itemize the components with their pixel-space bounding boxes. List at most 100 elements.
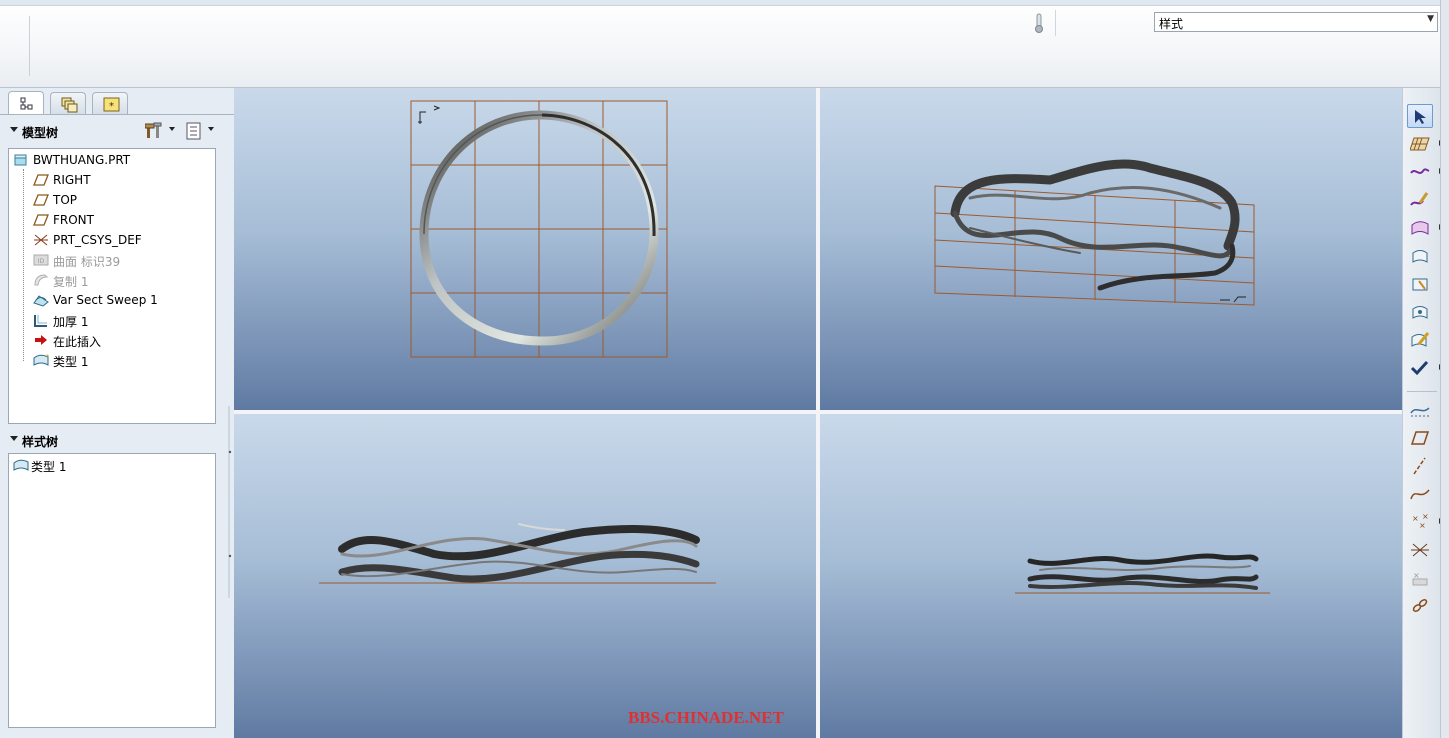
style-feature-icon [13,459,29,471]
surface-connect-button[interactable] [1407,244,1433,268]
tree-item-label: PRT_CSYS_DEF [53,233,142,247]
show-list-icon[interactable] [185,122,203,140]
collapse-triangle-icon[interactable] [10,436,18,441]
thicken-icon [34,315,47,327]
tree-item-right[interactable]: RIGHT [9,170,215,190]
viewport-top-right[interactable] [820,88,1402,410]
surface-button[interactable] [1407,216,1443,240]
navigator-panel: * 模型树 BWTHUANG.PRT RIGHT TOP FRONT PRT_C… [0,88,234,738]
wave-spring-side [1027,553,1259,590]
svg-text:*: * [109,101,114,112]
style-tree-title: 样式树 [22,435,59,449]
copy-icon [34,274,49,286]
external-link-button[interactable] [1407,594,1433,618]
datum-curve-button[interactable] [1407,482,1433,506]
datum-axis-icon [1413,457,1426,475]
csys-icon [1411,543,1429,557]
style-feature-icon: * [33,353,49,366]
tree-item-label: 类型 1 [31,460,67,474]
tabs-underline [0,114,234,115]
tree-item-insert-here[interactable]: 在此插入 [9,330,215,350]
tree-item-label: RIGHT [53,173,91,187]
viewport-horizontal-divider[interactable] [234,410,1402,414]
surface-trim-icon [1412,278,1428,291]
surface-icon: ID [33,254,49,266]
tree-item-part[interactable]: BWTHUANG.PRT [9,150,215,170]
style-dropdown[interactable]: 样式 ▼ [1154,12,1438,32]
tree-item-csys[interactable]: PRT_CSYS_DEF [9,230,215,250]
edit-curve-button[interactable] [1407,188,1433,212]
viewport-bottom-right[interactable] [820,414,1402,738]
tree-item-copy[interactable]: 复制 1 [9,270,215,290]
model-tree-tools [145,121,220,141]
tree-item-style-feature[interactable]: * 类型 1 [9,350,215,370]
surface-pencil-icon [1411,332,1430,347]
surface-trim-button[interactable] [1407,272,1433,296]
viewport-top-left[interactable] [234,88,816,410]
settings-tools-icon[interactable] [145,122,165,140]
panel-splitter[interactable] [226,406,234,506]
surface-icon [1411,221,1429,235]
svg-text:×: × [1412,514,1419,523]
datum-point-button[interactable]: × × × [1407,510,1443,534]
model-tree: BWTHUANG.PRT RIGHT TOP FRONT PRT_CSYS_DE… [8,148,216,424]
tree-item-surface[interactable]: ID 曲面 标识39 [9,250,215,270]
style-tree-item[interactable]: 类型 1 [9,455,215,475]
chevron-down-icon[interactable]: ▼ [1427,14,1434,24]
datum-axis-button[interactable] [1407,454,1433,478]
coordinate-system-button[interactable] [1407,538,1433,562]
ribbon-toolbar: 样式 ▼ [0,0,1449,88]
svg-text:×: × [1422,513,1429,521]
surface-analysis-button[interactable] [1407,328,1433,352]
model-tree-title: 模型树 [22,126,59,140]
show-chevron-down-icon[interactable] [208,127,214,131]
collapse-triangle-icon[interactable] [10,127,18,132]
tree-item-label: TOP [53,193,78,207]
tree-item-thicken[interactable]: 加厚 1 [9,310,215,330]
sweep-icon [33,295,49,307]
tree-item-sweep[interactable]: Var Sect Sweep 1 [9,290,215,310]
cursor-arrow-icon [1415,110,1426,124]
select-tool-button[interactable] [1407,104,1433,128]
chain-link-icon [1412,599,1428,612]
front-view-drawing [319,523,716,584]
insert-here-arrow-icon [35,335,47,345]
isometric-view-drawing [934,159,1255,306]
style-tree-header[interactable]: 样式树 [8,431,222,451]
tree-item-label: BWTHUANG.PRT [33,153,131,167]
tree-item-label: Var Sect Sweep 1 [53,293,158,307]
model-tree-icon [20,97,33,110]
window-border [1440,0,1449,738]
analysis-icon: × [1412,571,1428,586]
tree-item-label: 复制 1 [53,275,89,289]
ribbon-separator [1055,10,1056,36]
toolbar-separator [1407,391,1437,392]
tab-favorites[interactable]: * [92,92,128,114]
datum-plane-icon [33,194,49,206]
panel-splitter[interactable] [226,506,234,598]
tab-folder-browser[interactable] [50,92,86,114]
edit-curve-icon [1410,192,1429,206]
curvature-analysis-button[interactable] [1407,398,1433,422]
settings-chevron-down-icon[interactable] [169,127,175,131]
layers-icon [61,97,78,113]
side-view-drawing [1015,553,1270,594]
view-orientation-marker [418,105,441,124]
tab-model-tree[interactable] [8,91,44,115]
tree-item-label: 类型 1 [53,355,89,369]
tree-item-front[interactable]: FRONT [9,210,215,230]
create-curve-button[interactable] [1407,160,1443,184]
analysis-coordinate-button[interactable]: × [1407,566,1433,590]
thermometer-icon[interactable] [1032,12,1046,34]
svg-text:×: × [1419,521,1426,530]
viewport-bottom-left[interactable] [234,414,816,738]
surface-edit-button[interactable] [1407,300,1433,324]
graphics-area[interactable] [234,88,1402,738]
datum-plane-icon [33,174,49,186]
datum-plane-button[interactable] [1407,426,1433,450]
done-button[interactable] [1407,356,1443,380]
tree-item-top[interactable]: TOP [9,190,215,210]
surface-connect-icon [1412,250,1428,263]
active-plane-button[interactable] [1407,132,1443,156]
sketch-grid [410,100,668,358]
